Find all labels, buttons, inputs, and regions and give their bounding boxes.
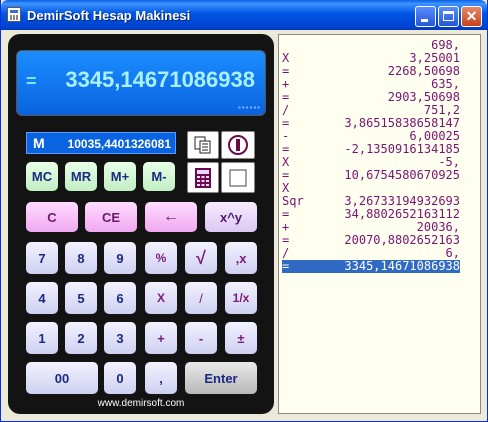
tape-row[interactable]: = -2,1350916134185: [282, 143, 460, 156]
double-zero-button[interactable]: 00: [26, 362, 98, 394]
info-button[interactable]: [221, 131, 255, 159]
memory-display: M 10035,4401326081: [26, 132, 176, 154]
title-bar[interactable]: DemirSoft Hesap Makinesi ✕: [1, 0, 487, 30]
tape-number: 3345,1467108693​8: [344, 259, 460, 273]
plus-button[interactable]: +: [145, 322, 177, 354]
tape-row[interactable]: = 10,6754580670925: [282, 169, 460, 182]
reciprocal-button[interactable]: 1/x: [225, 282, 257, 314]
mr-button[interactable]: MR: [65, 162, 97, 191]
square-icon: [229, 169, 247, 186]
minimize-icon: [421, 19, 428, 22]
info-icon: [228, 135, 248, 155]
maximize-icon: [443, 11, 454, 21]
calculator-window: DemirSoft Hesap Makinesi ✕ = 3345,146710…: [0, 0, 488, 422]
maximize-button[interactable]: [438, 6, 459, 27]
m-plus-button[interactable]: M+: [104, 162, 136, 191]
digit-6-button[interactable]: 6: [104, 282, 136, 314]
calculator-app-icon: [7, 7, 21, 22]
digit-0-button[interactable]: 0: [104, 362, 136, 394]
close-icon: ✕: [465, 8, 478, 24]
sign-toggle-button[interactable]: ±: [225, 322, 257, 354]
memory-value: 10035,4401326081: [67, 137, 171, 151]
display-equals-sign: =: [26, 71, 37, 91]
multiply-button[interactable]: X: [145, 282, 177, 314]
digit-8-button[interactable]: 8: [65, 242, 97, 274]
digit-2-button[interactable]: 2: [65, 322, 97, 354]
main-display: = 3345,1467108693​8 ▪▪▪▪▪▪: [16, 50, 266, 116]
tape-row[interactable]: = 3345,1467108693​8: [282, 260, 460, 273]
clear-entry-button[interactable]: CE: [85, 202, 137, 232]
calculator-panel: = 3345,1467108693​8 ▪▪▪▪▪▪ M 10035,44013…: [8, 34, 274, 414]
m-minus-button[interactable]: M-: [143, 162, 175, 191]
backspace-button[interactable]: ←: [145, 202, 197, 232]
sqrt-button[interactable]: √: [185, 242, 217, 274]
digit-5-button[interactable]: 5: [65, 282, 97, 314]
copy-button[interactable]: [187, 131, 219, 159]
enter-button[interactable]: Enter: [185, 362, 257, 394]
calculator-icon: [195, 167, 211, 188]
power-button[interactable]: x^y: [205, 202, 257, 232]
clear-button[interactable]: C: [26, 202, 78, 232]
calculator-button[interactable]: [187, 162, 219, 193]
history-tape[interactable]: 698, X 3,25001 = 2268,50698 +635, = 2903,50698/…: [278, 34, 481, 414]
tape-operator: =: [282, 259, 290, 273]
display-grip-icon: ▪▪▪▪▪▪: [237, 103, 261, 112]
reverse-x-button[interactable]: ,x: [225, 242, 257, 274]
display-value: 3345,1467108693​8: [65, 67, 255, 92]
digit-9-button[interactable]: 9: [104, 242, 136, 274]
digit-1-button[interactable]: 1: [26, 322, 58, 354]
percent-button[interactable]: %: [145, 242, 177, 274]
digit-4-button[interactable]: 4: [26, 282, 58, 314]
website-footer: www.demirsoft.com: [97, 398, 185, 409]
digit-3-button[interactable]: 3: [104, 322, 136, 354]
divide-button[interactable]: /: [185, 282, 217, 314]
copy-icon: [194, 136, 211, 154]
digit-7-button[interactable]: 7: [26, 242, 58, 274]
mc-button[interactable]: MC: [26, 162, 58, 191]
close-button[interactable]: ✕: [461, 6, 482, 27]
tape-number: 20070,8802652163: [344, 233, 460, 247]
minus-button[interactable]: -: [185, 322, 217, 354]
memory-label: M: [33, 135, 45, 151]
tape-row[interactable]: = 20070,8802652163: [282, 234, 460, 247]
tape-toggle-button[interactable]: [221, 162, 255, 193]
minimize-button[interactable]: [415, 6, 436, 27]
decimal-comma-button[interactable]: ,: [145, 362, 177, 394]
tape-number: 10,6754580670925: [344, 168, 460, 182]
window-title: DemirSoft Hesap Makinesi: [27, 8, 191, 23]
